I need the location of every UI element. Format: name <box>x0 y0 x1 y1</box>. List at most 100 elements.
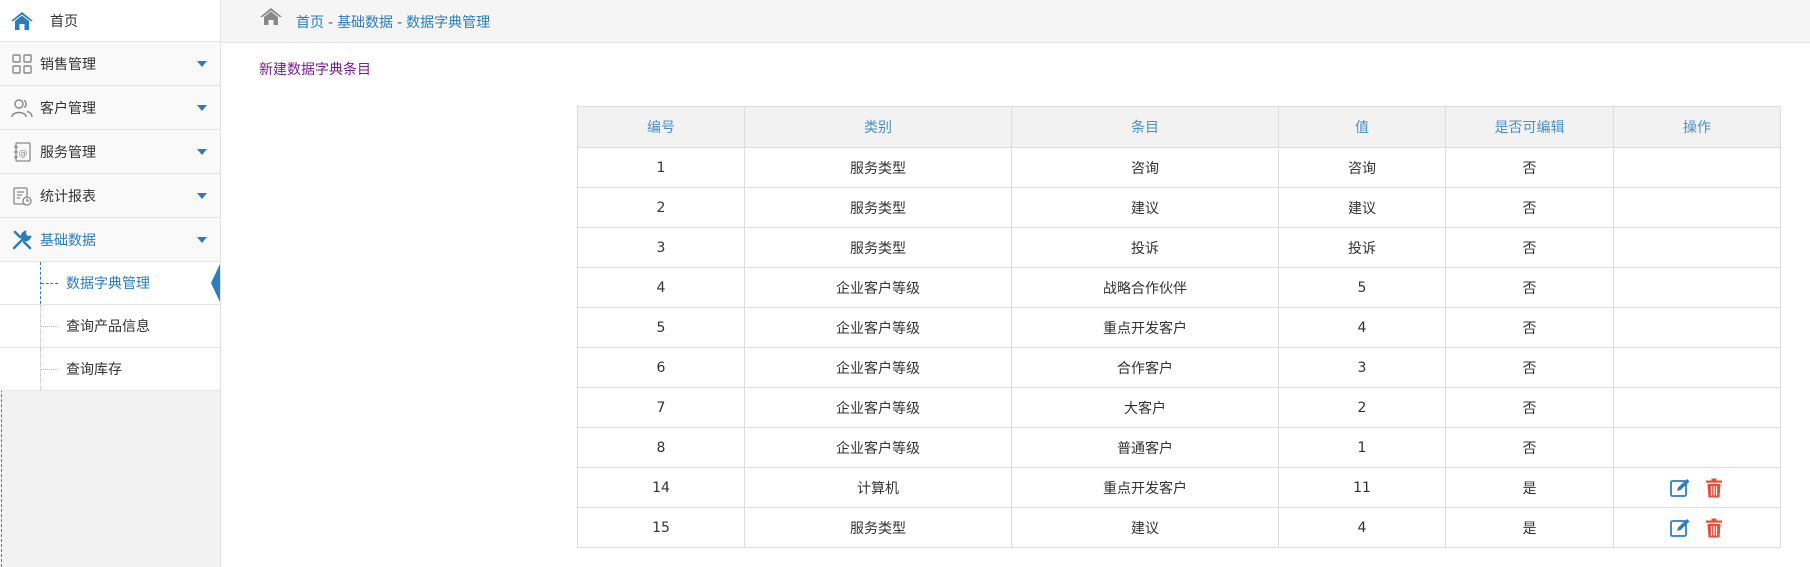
row-actions <box>1614 476 1780 500</box>
table-header-row: 编号 类别 条目 值 是否可编辑 操作 <box>577 106 1781 148</box>
sidebar-item-service[interactable]: @ 服务管理 <box>0 130 220 174</box>
cell-item: 重点开发客户 <box>1011 307 1279 348</box>
chevron-down-icon <box>197 149 207 155</box>
column-header-item: 条目 <box>1011 106 1279 148</box>
cell-category: 服务类型 <box>744 147 1012 188</box>
cell-id: 3 <box>577 227 745 268</box>
column-header-value: 值 <box>1278 106 1446 148</box>
cell-item: 战略合作伙伴 <box>1011 267 1279 308</box>
cell-actions <box>1613 427 1781 468</box>
cell-value: 2 <box>1278 387 1446 428</box>
svg-text:@: @ <box>19 149 28 159</box>
table-row: 14 计算机 重点开发客户 11 是 <box>577 467 1781 508</box>
cell-actions <box>1613 227 1781 268</box>
cell-category: 企业客户等级 <box>744 267 1012 308</box>
cell-id: 7 <box>577 387 745 428</box>
cell-id: 15 <box>577 507 745 548</box>
trash-icon[interactable] <box>1702 516 1726 540</box>
column-header-id: 编号 <box>577 106 745 148</box>
cell-actions <box>1613 187 1781 228</box>
sidebar-subitem-label: 查询产品信息 <box>66 319 150 335</box>
cell-value: 5 <box>1278 267 1446 308</box>
edit-icon[interactable] <box>1668 476 1692 500</box>
sidebar-item-reports[interactable]: 统计报表 <box>0 174 220 218</box>
cell-editable: 否 <box>1445 187 1614 228</box>
cell-category: 企业客户等级 <box>744 427 1012 468</box>
cell-editable: 否 <box>1445 307 1614 348</box>
cell-editable: 否 <box>1445 227 1614 268</box>
wrench-icon <box>10 228 34 252</box>
cell-item: 普通客户 <box>1011 427 1279 468</box>
cell-id: 1 <box>577 147 745 188</box>
cell-actions <box>1613 507 1781 548</box>
sidebar-item-label: 首页 <box>50 13 78 30</box>
breadcrumb-current[interactable]: 数据字典管理 <box>406 15 490 31</box>
sidebar-subitem-stock-query[interactable]: 查询库存 <box>0 348 220 391</box>
cell-category: 服务类型 <box>744 227 1012 268</box>
breadcrumb-bar: 首页 - 基础数据 - 数据字典管理 <box>221 0 1810 43</box>
breadcrumb-separator: - <box>397 15 403 31</box>
cell-actions <box>1613 467 1781 508</box>
cell-editable: 否 <box>1445 147 1614 188</box>
column-header-actions: 操作 <box>1613 106 1781 148</box>
sidebar-item-base-data[interactable]: 基础数据 <box>0 218 220 262</box>
sidebar-item-sales[interactable]: 销售管理 <box>0 42 220 86</box>
cell-id: 8 <box>577 427 745 468</box>
sidebar-subitem-product-query[interactable]: 查询产品信息 <box>0 305 220 348</box>
cell-item: 大客户 <box>1011 387 1279 428</box>
cell-actions <box>1613 347 1781 388</box>
table-row: 4 企业客户等级 战略合作伙伴 5 否 <box>577 267 1781 308</box>
cell-value: 1 <box>1278 427 1446 468</box>
sidebar-item-label: 客户管理 <box>40 100 96 117</box>
sidebar-item-home[interactable]: 首页 <box>0 0 220 42</box>
sidebar-item-label: 基础数据 <box>40 232 96 249</box>
cell-value: 4 <box>1278 507 1446 548</box>
cell-value: 建议 <box>1278 187 1446 228</box>
edit-icon[interactable] <box>1668 516 1692 540</box>
active-indicator <box>211 264 220 302</box>
sidebar-item-label: 统计报表 <box>40 188 96 205</box>
cell-id: 6 <box>577 347 745 388</box>
sidebar-subitem-data-dictionary[interactable]: 数据字典管理 <box>0 262 220 305</box>
home-icon[interactable] <box>259 6 283 32</box>
cell-item: 咨询 <box>1011 147 1279 188</box>
cell-item: 重点开发客户 <box>1011 467 1279 508</box>
table-row: 15 服务类型 建议 4 是 <box>577 507 1781 548</box>
cell-value: 投诉 <box>1278 227 1446 268</box>
cell-item: 投诉 <box>1011 227 1279 268</box>
contact-book-icon: @ <box>10 140 34 164</box>
cell-actions <box>1613 307 1781 348</box>
grid-icon <box>10 52 34 76</box>
cell-id: 5 <box>577 307 745 348</box>
cell-editable: 是 <box>1445 507 1614 548</box>
users-icon <box>10 96 34 120</box>
column-header-editable: 是否可编辑 <box>1445 106 1614 148</box>
cell-item: 建议 <box>1011 507 1279 548</box>
breadcrumb-separator: - <box>328 15 334 31</box>
cell-actions <box>1613 267 1781 308</box>
cell-editable: 否 <box>1445 267 1614 308</box>
sidebar-subitem-label: 数据字典管理 <box>66 276 150 292</box>
cell-category: 计算机 <box>744 467 1012 508</box>
table-body: 1 服务类型 咨询 咨询否 2 服务类型 建议 建议否 3 服务类型 投诉 投诉否 4 企业客户等级 战略合… <box>577 147 1781 548</box>
column-header-category: 类别 <box>744 106 1012 148</box>
sidebar-item-customers[interactable]: 客户管理 <box>0 86 220 130</box>
cell-actions <box>1613 147 1781 188</box>
cell-value: 咨询 <box>1278 147 1446 188</box>
new-dictionary-entry-link[interactable]: 新建数据字典条目 <box>259 59 371 79</box>
cell-value: 4 <box>1278 307 1446 348</box>
cell-id: 14 <box>577 467 745 508</box>
breadcrumb-home[interactable]: 首页 <box>296 15 324 31</box>
sidebar-submenu: 数据字典管理 查询产品信息 查询库存 <box>0 262 220 391</box>
cell-editable: 否 <box>1445 347 1614 388</box>
chevron-down-icon <box>197 237 207 243</box>
cell-editable: 否 <box>1445 387 1614 428</box>
breadcrumb-base-data[interactable]: 基础数据 <box>337 15 393 31</box>
table-row: 1 服务类型 咨询 咨询否 <box>577 147 1781 188</box>
cell-id: 2 <box>577 187 745 228</box>
tree-line <box>41 369 58 370</box>
cell-value: 11 <box>1278 467 1446 508</box>
sidebar-item-label: 销售管理 <box>40 56 96 73</box>
trash-icon[interactable] <box>1702 476 1726 500</box>
cell-id: 4 <box>577 267 745 308</box>
